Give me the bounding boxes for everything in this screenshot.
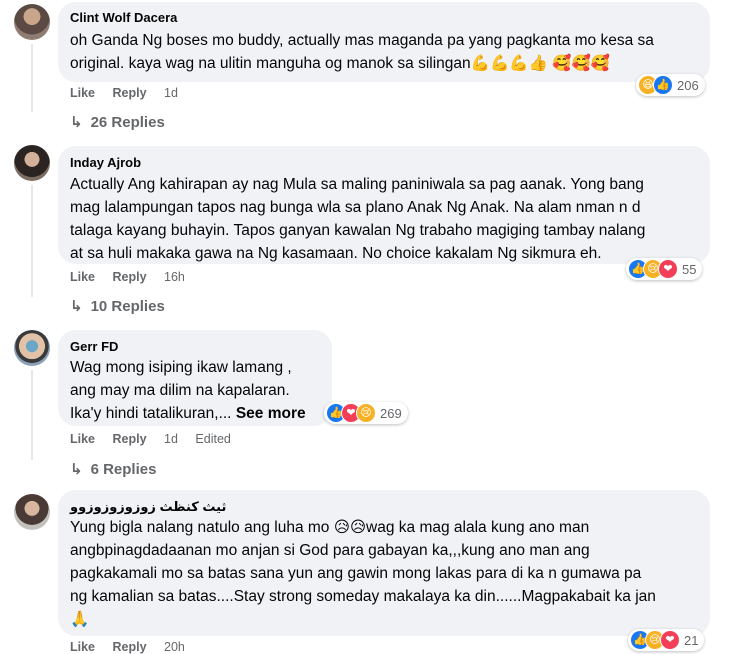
comment-actions: Like Reply 16h [70, 270, 199, 284]
edited-label: Edited [195, 432, 231, 446]
reply-button[interactable]: Reply [113, 432, 147, 446]
avatar[interactable] [14, 145, 50, 181]
comment-line: at sa huli makaka gawa na Ng kasamaan. N… [70, 245, 602, 262]
comment-line-text: Ika'y hindi tatalikuran,... [70, 405, 232, 422]
reaction-summary[interactable]: 😆 👍 206 [636, 74, 705, 96]
avatar[interactable] [14, 330, 50, 366]
comment-line: talaga kayang buhayin. Tapos ganyan kawa… [70, 222, 646, 239]
avatar[interactable] [14, 4, 50, 40]
view-replies-button[interactable]: ↳ 10 Replies [70, 297, 165, 315]
reply-arrow-icon: ↳ [70, 461, 83, 478]
comment-line: Wag mong isiping ikaw lamang , [70, 359, 292, 376]
timestamp[interactable]: 20h [164, 640, 185, 654]
reaction-count: 55 [682, 261, 697, 277]
replies-count: 26 Replies [90, 114, 165, 131]
like-button[interactable]: Like [70, 640, 95, 654]
reply-arrow-icon: ↳ [70, 298, 83, 315]
comment-line: ang may ma dilim na kapalaran. [70, 382, 290, 399]
reaction-count: 269 [380, 405, 402, 421]
comment-line: Ika'y hindi tatalikuran,... See more [70, 402, 306, 425]
like-reaction-icon: 👍 [653, 75, 673, 95]
reaction-summary[interactable]: 👍 ❤ 😢 269 [324, 402, 408, 424]
comment-author[interactable]: Gerr FD [70, 339, 118, 354]
comment-text: Wag mong isiping ikaw lamang , ang may m… [70, 356, 306, 425]
like-button[interactable]: Like [70, 86, 95, 100]
view-replies-button[interactable]: ↳ 6 Replies [70, 460, 156, 478]
comment-actions: Like Reply 1d [70, 86, 192, 100]
timestamp[interactable]: 1d [164, 86, 178, 100]
sad-reaction-icon: 😢 [356, 403, 376, 423]
comment-actions: Like Reply 1d Edited [70, 432, 245, 446]
comment-line: 🙏 [70, 611, 90, 628]
comment-line: Actually Ang kahirapan ay nag Mula sa ma… [70, 176, 644, 193]
like-button[interactable]: Like [70, 270, 95, 284]
reply-button[interactable]: Reply [113, 270, 147, 284]
timestamp[interactable]: 1d [164, 432, 178, 446]
comment-text: Actually Ang kahirapan ay nag Mula sa ma… [70, 173, 645, 265]
reply-button[interactable]: Reply [113, 86, 147, 100]
comment-author[interactable]: Inday Ajrob [70, 155, 141, 170]
reply-arrow-icon: ↳ [70, 114, 83, 131]
comment-line: ng kamalian sa batas....Stay strong some… [70, 588, 656, 605]
comment-text: oh Ganda Ng boses mo buddy, actually mas… [70, 29, 654, 75]
see-more-link[interactable]: See more [236, 405, 306, 422]
comment-line: original. kaya wag na ulitin manguha og … [70, 55, 611, 72]
thread-line [31, 370, 33, 460]
comment-text: Yung bigla nalang natulo ang luha mo 😥😥w… [70, 516, 656, 631]
reaction-count: 21 [684, 632, 699, 648]
love-reaction-icon: ❤ [658, 259, 678, 279]
comment-line: angbpinagdadaanan mo anjan si God para g… [70, 542, 590, 559]
timestamp[interactable]: 16h [164, 270, 185, 284]
love-reaction-icon: ❤ [660, 630, 680, 650]
avatar[interactable] [14, 494, 50, 530]
replies-count: 10 Replies [90, 298, 165, 315]
comment-line: Yung bigla nalang natulo ang luha mo 😥😥w… [70, 519, 590, 536]
replies-count: 6 Replies [90, 461, 157, 478]
view-replies-button[interactable]: ↳ 26 Replies [70, 113, 165, 131]
reaction-count: 206 [677, 77, 699, 93]
comment-line: pagkakamali mo sa batas sana yun ang gaw… [70, 565, 642, 582]
thread-line [31, 44, 33, 112]
comment-author[interactable]: Clint Wolf Dacera [70, 10, 177, 25]
comment-line: mag lalampungan tapos nag bunga wla sa p… [70, 199, 641, 216]
comment-author[interactable]: ثيث كنظث زوزوزوزوزوو [70, 499, 226, 515]
comment-actions: Like Reply 20h [70, 640, 199, 654]
thread-line [31, 185, 33, 297]
reply-button[interactable]: Reply [113, 640, 147, 654]
reaction-summary[interactable]: 👍 😢 ❤ 55 [626, 258, 703, 280]
comment-line: oh Ganda Ng boses mo buddy, actually mas… [70, 32, 654, 49]
like-button[interactable]: Like [70, 432, 95, 446]
reaction-summary[interactable]: 👍 😢 ❤ 21 [628, 629, 705, 651]
